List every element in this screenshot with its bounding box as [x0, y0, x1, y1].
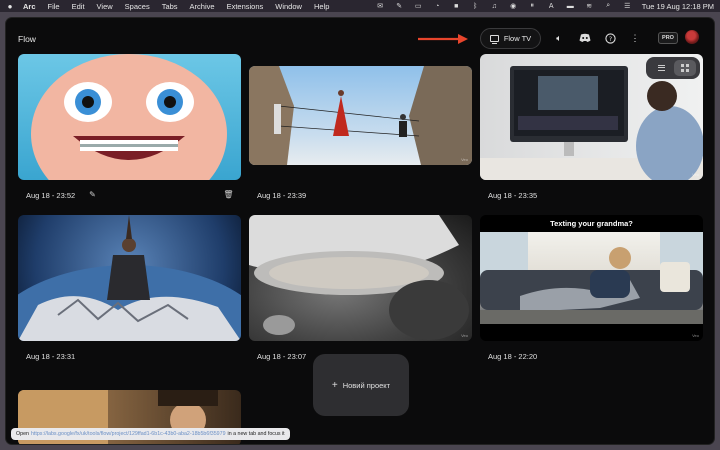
video-thumbnail[interactable]: [18, 215, 241, 341]
battery-icon[interactable]: ▬: [566, 3, 575, 10]
video-timestamp: Aug 18 - 23:52: [26, 191, 76, 200]
list-view-icon: [657, 65, 665, 71]
record-icon[interactable]: ◉: [509, 3, 518, 10]
new-project-label: Новий проект: [342, 380, 391, 390]
list-view-button[interactable]: [650, 60, 672, 76]
annotation-arrow-icon: [418, 34, 468, 44]
status-url: https://labs.google/fx/uk/tools/flow/pro…: [30, 431, 226, 437]
menu-spaces[interactable]: Spaces: [125, 2, 150, 11]
menu-app-arc[interactable]: Arc: [23, 2, 36, 11]
script-icon[interactable]: ✎: [395, 3, 404, 10]
menubar-clock[interactable]: Tue 19 Aug 12:18 PM: [642, 2, 714, 11]
screen-icon[interactable]: ▭: [414, 3, 423, 10]
avatar[interactable]: [685, 30, 699, 44]
veo-watermark: Veo: [692, 172, 699, 177]
more-options-icon[interactable]: ⋮: [629, 32, 641, 44]
status-prefix: Open: [16, 431, 29, 437]
menu-file[interactable]: File: [48, 2, 60, 11]
tv-icon: [489, 35, 499, 44]
menu-view[interactable]: View: [97, 2, 113, 11]
menu-archive[interactable]: Archive: [190, 2, 215, 11]
flow-tv-button[interactable]: Flow TV: [480, 28, 541, 49]
svg-text:?: ?: [608, 34, 611, 42]
video-timestamp: Aug 18 - 23:31: [26, 352, 76, 361]
apple-logo-icon[interactable]: ●: [6, 2, 14, 11]
video-timestamp: Aug 18 - 22:20: [488, 352, 538, 361]
veo-watermark: Veo: [461, 333, 468, 338]
mac-menu-bar: ● Arc File Edit View Spaces Tabs Archive…: [0, 0, 720, 12]
menu-tabs[interactable]: Tabs: [162, 2, 178, 11]
video-thumbnail[interactable]: Veo: [249, 66, 472, 165]
search-icon[interactable]: ⌕: [604, 2, 613, 10]
video-timestamp: Aug 18 - 23:39: [257, 191, 307, 200]
timer-icon[interactable]: ◔: [433, 3, 442, 10]
video-thumbnail[interactable]: Veo: [249, 215, 472, 341]
volume-icon[interactable]: 🔈︎: [553, 32, 565, 44]
flow-tv-label: Flow TV: [503, 34, 532, 43]
headphones-icon[interactable]: ♫: [490, 3, 499, 10]
control-center-icon[interactable]: ☰: [623, 3, 632, 10]
grid-view-icon: [681, 64, 689, 72]
video-timestamp: Aug 18 - 23:07: [257, 352, 307, 361]
plus-icon: +: [331, 379, 338, 391]
status-icons: ✉ ✎ ▭ ◔ ■ ᛒ ♫ ◉ ⏸ A ▬ ≋ ⌕ ☰ Tue 19 Aug 1…: [376, 2, 714, 11]
discord-icon[interactable]: [579, 32, 591, 44]
view-toggle: [646, 57, 700, 79]
page-title: Flow: [18, 34, 36, 44]
grid-view-button[interactable]: [674, 60, 696, 76]
app-badge-icon[interactable]: ■: [452, 3, 461, 10]
mail-icon[interactable]: ✉: [376, 3, 385, 10]
pro-badge: PRO: [658, 32, 678, 44]
video-timestamp: Aug 18 - 23:35: [488, 191, 538, 200]
menu-help[interactable]: Help: [314, 2, 329, 11]
pause-icon[interactable]: ⏸: [528, 2, 537, 10]
bluetooth-icon[interactable]: ᛒ: [471, 3, 480, 10]
menu-window[interactable]: Window: [275, 2, 302, 11]
edit-pencil-icon[interactable]: ✎: [88, 190, 97, 199]
menu-extensions[interactable]: Extensions: [227, 2, 264, 11]
veo-watermark: Veo: [692, 333, 699, 338]
delete-trash-icon[interactable]: 🗑︎: [223, 190, 233, 199]
new-project-button[interactable]: + Новий проект: [313, 354, 409, 416]
browser-window: Flow Flow TV 🔈︎ ? ⋮ PRO Aug 18 - 23:52 ✎…: [5, 17, 715, 445]
veo-watermark: Veo: [461, 157, 468, 162]
menu-edit[interactable]: Edit: [72, 2, 85, 11]
status-suffix: in a new tab and focus it: [227, 431, 285, 437]
keyboard-icon[interactable]: A: [547, 3, 556, 10]
video-caption: Texting your grandma?: [550, 219, 633, 228]
help-icon[interactable]: ?: [604, 32, 616, 44]
video-thumbnail[interactable]: [18, 54, 241, 180]
video-thumbnail[interactable]: Texting your grandma? Veo: [480, 215, 703, 341]
wifi-icon[interactable]: ≋: [585, 3, 594, 10]
link-status-bar: Open https://labs.google/fx/uk/tools/flo…: [11, 428, 290, 440]
